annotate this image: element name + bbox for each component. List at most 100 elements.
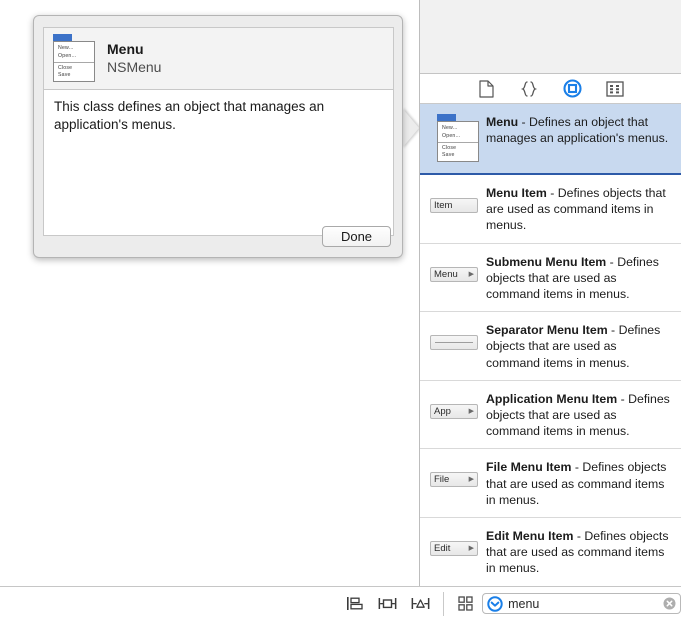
chip-label: Menu [434, 268, 458, 280]
menu-thumbnail-row-close: Close [442, 144, 457, 151]
separator-menu-item-icon [430, 335, 478, 351]
chevron-right-icon: ▶ [468, 545, 474, 553]
media-list-icon [606, 80, 624, 97]
pin-icon [378, 598, 396, 609]
circle-square-icon [562, 79, 582, 98]
submenu-menu-item-chip-icon: Menu ▶ [430, 266, 478, 282]
resolve-issues-icon [411, 598, 429, 609]
application-menu-item-chip-icon: App ▶ [430, 403, 478, 419]
menu-thumbnail-row-close: Close [58, 64, 73, 71]
grid-icon [457, 596, 473, 611]
media-library-tab[interactable] [604, 78, 626, 100]
object-library-tab[interactable] [561, 78, 583, 100]
list-item-title: Application Menu Item [486, 391, 618, 406]
object-library-list[interactable]: New... Open... Close Save Menu - Defines… [420, 104, 681, 585]
chip-label: Item [434, 200, 453, 211]
list-item-dash: - [573, 529, 585, 544]
list-item-title: Menu [486, 115, 519, 129]
chevron-right-icon: ▶ [468, 407, 474, 415]
interface-builder-canvas[interactable]: New... Open... Close Save Menu NSMenu Th… [0, 0, 419, 586]
resolve-auto-layout-issues-button[interactable] [409, 594, 431, 614]
menu-thumbnail-body: New... Open... Close Save [437, 121, 479, 162]
chip-label: Edit [434, 543, 451, 555]
list-item-title: Separator Menu Item [486, 323, 608, 338]
grid-view-button[interactable] [456, 594, 474, 614]
list-item-icon: App ▶ [428, 390, 480, 419]
list-item-icon [428, 321, 480, 351]
file-template-tab[interactable] [475, 78, 497, 100]
list-item-text: Edit Menu Item - Defines objects that ar… [486, 527, 671, 577]
list-item-dash: - [518, 115, 530, 129]
clear-icon[interactable] [663, 597, 676, 610]
popover-object-class: NSMenu [107, 58, 162, 75]
list-item-text: Application Menu Item - Defines objects … [486, 390, 671, 440]
chevron-right-icon: ▶ [468, 270, 474, 278]
pin-button[interactable] [376, 594, 398, 614]
code-snippet-tab[interactable] [518, 78, 540, 100]
chevron-right-icon: ▶ [468, 476, 474, 484]
menu-thumbnail-tab [437, 114, 456, 121]
list-item[interactable]: Item Menu Item - Defines objects that ar… [420, 175, 681, 244]
library-search-field[interactable]: menu [482, 593, 681, 614]
popover-title-group: Menu NSMenu [107, 41, 161, 77]
list-item-dash: - [606, 254, 618, 269]
list-item-icon: Item [428, 184, 480, 213]
menu-thumbnail-row-new: New... [442, 125, 458, 131]
menu-item-chip-icon: Item [430, 198, 478, 213]
list-item[interactable]: New... Open... Close Save Menu - Defines… [420, 104, 681, 175]
list-item-dash: - [546, 186, 558, 200]
popover-description-text: This class defines an object that manage… [54, 99, 325, 132]
list-item[interactable]: Separator Menu Item - Defines objects th… [420, 312, 681, 381]
menu-thumbnail-row-save: Save [58, 72, 71, 78]
menu-thumbnail-icon: New... Open... Close Save [49, 34, 96, 84]
library-panel: New... Open... Close Save Menu - Defines… [419, 0, 681, 586]
clear-search-icon [663, 597, 676, 610]
popover-arrow [402, 108, 419, 148]
file-menu-item-chip-icon: File ▶ [430, 472, 478, 488]
menu-thumbnail-row-open: Open... [442, 132, 461, 139]
list-item-dash: - [571, 460, 583, 475]
menu-thumbnail-row-save: Save [442, 152, 455, 158]
list-item[interactable]: File ▶ File Menu Item - Defines objects … [420, 449, 681, 519]
list-item-text: Submenu Menu Item - Defines objects that… [486, 253, 671, 303]
menu-thumbnail-body: New... Open... Close Save [53, 41, 95, 82]
braces-icon [520, 80, 538, 97]
list-item-text: File Menu Item - Defines objects that ar… [486, 458, 671, 508]
list-item-title: File Menu Item [486, 460, 572, 475]
library-tab-bar[interactable] [420, 74, 681, 104]
list-item-dash: - [607, 323, 619, 338]
search-scope-icon[interactable] [487, 595, 503, 612]
list-item-icon: New... Open... Close Save [428, 113, 480, 164]
list-item-title: Submenu Menu Item [486, 254, 607, 269]
list-item[interactable]: Menu ▶ Submenu Menu Item - Defines objec… [420, 244, 681, 313]
list-item[interactable]: Edit ▶ Edit Menu Item - Defines objects … [420, 518, 681, 585]
bottom-toolbar: menu [0, 586, 681, 620]
list-item-text: Menu Item - Defines objects that are use… [486, 184, 671, 234]
list-item-title: Menu Item [486, 186, 547, 200]
list-item-text: Separator Menu Item - Defines objects th… [486, 321, 671, 371]
auto-layout-tool-group [343, 591, 444, 616]
list-item[interactable]: App ▶ Application Menu Item - Defines ob… [420, 381, 681, 450]
library-panel-top-area [420, 0, 681, 74]
edit-menu-item-chip-icon: Edit ▶ [430, 541, 478, 557]
list-item-icon: File ▶ [428, 458, 480, 488]
object-description-popover: New... Open... Close Save Menu NSMenu Th… [33, 15, 403, 258]
search-input[interactable]: menu [508, 597, 663, 611]
list-item-title: Edit Menu Item [486, 529, 574, 544]
separator-line [435, 342, 473, 344]
list-item-dash: - [617, 391, 629, 406]
menu-thumbnail-tab [53, 34, 72, 41]
search-scope-circle-icon [487, 595, 503, 612]
align-icon [346, 597, 363, 610]
chip-label: File [434, 474, 450, 486]
done-button[interactable]: Done [322, 226, 391, 247]
chip-label: App [434, 405, 451, 417]
menu-thumbnail-separator [438, 141, 478, 143]
menu-thumbnail-separator [54, 61, 94, 63]
align-button[interactable] [343, 594, 365, 614]
list-item-text: Menu - Defines an object that manages an… [486, 113, 671, 146]
menu-thumbnail-row-open: Open... [58, 52, 77, 59]
list-item-icon: Menu ▶ [428, 253, 480, 282]
menu-thumbnail-icon: New... Open... Close Save [433, 114, 480, 164]
menu-thumbnail-row-new: New... [58, 45, 74, 51]
